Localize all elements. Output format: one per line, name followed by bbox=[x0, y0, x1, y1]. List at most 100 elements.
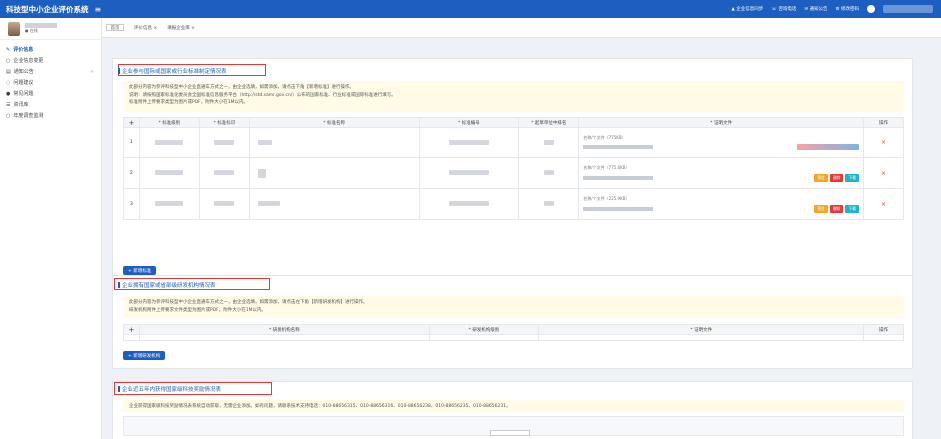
col-header: * 标准编号 bbox=[418, 117, 520, 128]
col-header: * 研发机构名称 bbox=[138, 324, 430, 335]
file-cell: 名称/个文件（775.6KB） 预览 删除 下载 bbox=[578, 157, 864, 189]
col-header: * 标准级别 bbox=[138, 117, 200, 128]
rd-panel: 企业拥有国家或省部级研发机构情况表 此部分内容为参评科技型中小企业直通车方式之一… bbox=[112, 275, 913, 369]
file-label: 名称/个文件（775.6KB） bbox=[583, 164, 630, 170]
col-header: * 研发机构级别 bbox=[428, 324, 540, 335]
add-rd-button[interactable]: + 新增研发机构 bbox=[123, 351, 166, 360]
col-header: * 标准标识 bbox=[198, 117, 250, 128]
rank-cell[interactable] bbox=[518, 157, 580, 189]
user-avatar[interactable] bbox=[867, 5, 875, 13]
user-name-redacted[interactable] bbox=[883, 5, 933, 13]
app-title: 科技型中小企业评价系统 bbox=[6, 4, 89, 14]
add-standard-button[interactable]: + 新增标准 bbox=[123, 266, 157, 275]
file-cell: 名称/个文件（225.9KB） 预览 删除 下载 bbox=[578, 188, 864, 220]
awards-input[interactable] bbox=[490, 430, 530, 436]
col-header: * 标准名称 bbox=[248, 117, 420, 128]
sync-link[interactable]: ▲ 企业信息同步 bbox=[731, 6, 763, 12]
col-header: 操作 bbox=[863, 117, 904, 128]
download-button[interactable]: 下载 bbox=[845, 204, 859, 213]
delete-button[interactable]: 删除 bbox=[829, 173, 844, 182]
standards-title: 企业参与国际或国家或行业标准制定情况表 bbox=[118, 68, 227, 75]
table-row: 3 名称/个文件（225.9KB） 预览 删除 下载 × bbox=[123, 188, 904, 220]
download-button[interactable]: 下载 bbox=[845, 173, 859, 182]
file-label: 名称/个文件（225.9KB） bbox=[583, 195, 630, 201]
awards-notice: 企业获得国家级科技奖励情况表系统自动获取，无需企业添加。如有问题，请联系技术支持… bbox=[123, 400, 904, 412]
number-cell[interactable] bbox=[418, 188, 520, 220]
awards-table bbox=[123, 416, 904, 436]
table-row: 2 名称/个文件（775.6KB） 预览 删除 下载 × bbox=[123, 157, 904, 189]
standards-notice: 此部分内容为参评科技型中小企业直通车方式之一，由企业选填，如需添加，请点击下角【… bbox=[123, 81, 904, 112]
delete-row-icon[interactable]: × bbox=[863, 157, 904, 189]
row-number: 3 bbox=[123, 188, 140, 220]
online-status: ● 在线 bbox=[25, 28, 38, 33]
file-cell: 名称/个文件（775KB） bbox=[578, 127, 864, 158]
phone-link[interactable]: ☏ 咨询电话 bbox=[771, 6, 796, 12]
menu-toggle-icon[interactable]: ≡ bbox=[95, 5, 102, 14]
col-header: * 证明文件 bbox=[578, 117, 864, 128]
file-thumbnail bbox=[797, 144, 859, 150]
number-cell[interactable] bbox=[418, 157, 520, 189]
tab-company-lib[interactable]: 填报企业库 × bbox=[167, 25, 195, 31]
col-header: * 证明文件 bbox=[538, 324, 865, 335]
preview-button[interactable]: 预览 bbox=[814, 173, 828, 182]
name-cell[interactable] bbox=[248, 127, 420, 158]
awards-title: 企业近五年内获得国家级科技奖励情况表 bbox=[117, 386, 222, 393]
standards-panel: 企业参与国际或国家或行业标准制定情况表 此部分内容为参评科技型中小企业直通车方式… bbox=[112, 58, 913, 288]
rank-cell[interactable] bbox=[518, 188, 580, 220]
add-row-icon[interactable]: + bbox=[123, 117, 140, 128]
level-cell[interactable] bbox=[138, 127, 200, 158]
name-cell[interactable] bbox=[248, 157, 420, 189]
rd-table: + * 研发机构名称 * 研发机构级别 * 证明文件 操作 bbox=[123, 324, 904, 341]
chevron-left-icon: ‹ bbox=[91, 68, 93, 75]
delete-row-icon[interactable]: × bbox=[863, 127, 904, 158]
delete-row-icon[interactable]: × bbox=[863, 188, 904, 220]
table-row: 1 名称/个文件（775KB） × bbox=[123, 127, 904, 158]
preview-button[interactable]: 预览 bbox=[814, 204, 828, 213]
sidebar-item-news[interactable]: ☰ 资讯库 bbox=[0, 99, 101, 110]
password-link[interactable]: ⚙ 修改密码 bbox=[836, 6, 859, 12]
level-cell[interactable] bbox=[138, 157, 200, 189]
level-cell[interactable] bbox=[138, 188, 200, 220]
file-label: 名称/个文件（775KB） bbox=[583, 135, 626, 140]
rd-title: 企业拥有国家或省部级研发机构情况表 bbox=[118, 282, 216, 289]
row-number: 2 bbox=[123, 157, 140, 189]
row-number: 1 bbox=[123, 127, 140, 158]
add-row-icon[interactable]: + bbox=[123, 324, 140, 335]
file-name-redacted[interactable] bbox=[583, 175, 654, 180]
profile: ● 在线 bbox=[0, 18, 101, 40]
sidebar-item-info-change[interactable]: ○ 企业信息变更 bbox=[0, 55, 101, 66]
name-cell[interactable] bbox=[248, 188, 420, 220]
mark-cell[interactable] bbox=[198, 157, 250, 189]
standards-table: + * 标准级别 * 标准标识 * 标准名称 * 标准编号 * 起草单位中排名 … bbox=[123, 117, 904, 220]
top-links: ▲ 企业信息同步 ☏ 咨询电话 ✉ 通知公告 ⚙ 修改密码 bbox=[731, 0, 941, 18]
rank-cell[interactable] bbox=[518, 127, 580, 158]
sidebar-item-survey[interactable]: ○ 年度调查监测 bbox=[0, 110, 101, 121]
chat-icon: ◌ bbox=[6, 79, 11, 86]
tab-home[interactable]: 首页 bbox=[106, 24, 124, 31]
delete-button[interactable]: 删除 bbox=[829, 204, 844, 213]
rd-notice: 此部分内容为参评科技型中小企业直通车方式之一，由企业选填，如需添加，请点击左下角… bbox=[123, 296, 904, 318]
sidebar-item-notices[interactable]: ▤ 通知公告 ‹ bbox=[0, 66, 101, 77]
sidebar-item-evaluation[interactable]: ✎ 评价信息 bbox=[0, 44, 101, 55]
sidebar-item-faq[interactable]: ● 常见问题 bbox=[0, 88, 101, 99]
main-content: 企业参与国际或国家或行业标准制定情况表 此部分内容为参评科技型中小企业直通车方式… bbox=[102, 38, 941, 439]
file-name-redacted[interactable] bbox=[583, 145, 654, 149]
mark-cell[interactable] bbox=[198, 188, 250, 220]
col-header: * 起草单位中排名 bbox=[518, 117, 580, 128]
circle-icon: ○ bbox=[6, 112, 11, 119]
file-name-redacted[interactable] bbox=[583, 206, 654, 211]
notice-link[interactable]: ✉ 通知公告 bbox=[804, 6, 827, 12]
avatar bbox=[8, 21, 20, 36]
sidebar: ● 在线 ✎ 评价信息 ○ 企业信息变更 ▤ 通知公告 ‹ ◌ 问题建议 ● 常见问题 ☰ 资… bbox=[0, 18, 102, 439]
list-icon: ▤ bbox=[6, 68, 11, 75]
question-icon: ● bbox=[6, 90, 11, 97]
circle-icon: ○ bbox=[6, 57, 11, 64]
number-cell[interactable] bbox=[418, 127, 520, 158]
tab-evaluation[interactable]: 评价信息 × bbox=[134, 25, 157, 31]
top-bar: 科技型中小企业评价系统 ≡ ▲ 企业信息同步 ☏ 咨询电话 ✉ 通知公告 ⚙ 修… bbox=[0, 0, 941, 18]
awards-panel: 企业近五年内获得国家级科技奖励情况表 企业获得国家级科技奖励情况表系统自动获取，… bbox=[112, 381, 913, 439]
news-icon: ☰ bbox=[6, 101, 11, 108]
sidebar-item-feedback[interactable]: ◌ 问题建议 bbox=[0, 77, 101, 88]
mark-cell[interactable] bbox=[198, 127, 250, 158]
breadcrumb: 首页 评价信息 × 填报企业库 × bbox=[102, 18, 941, 38]
